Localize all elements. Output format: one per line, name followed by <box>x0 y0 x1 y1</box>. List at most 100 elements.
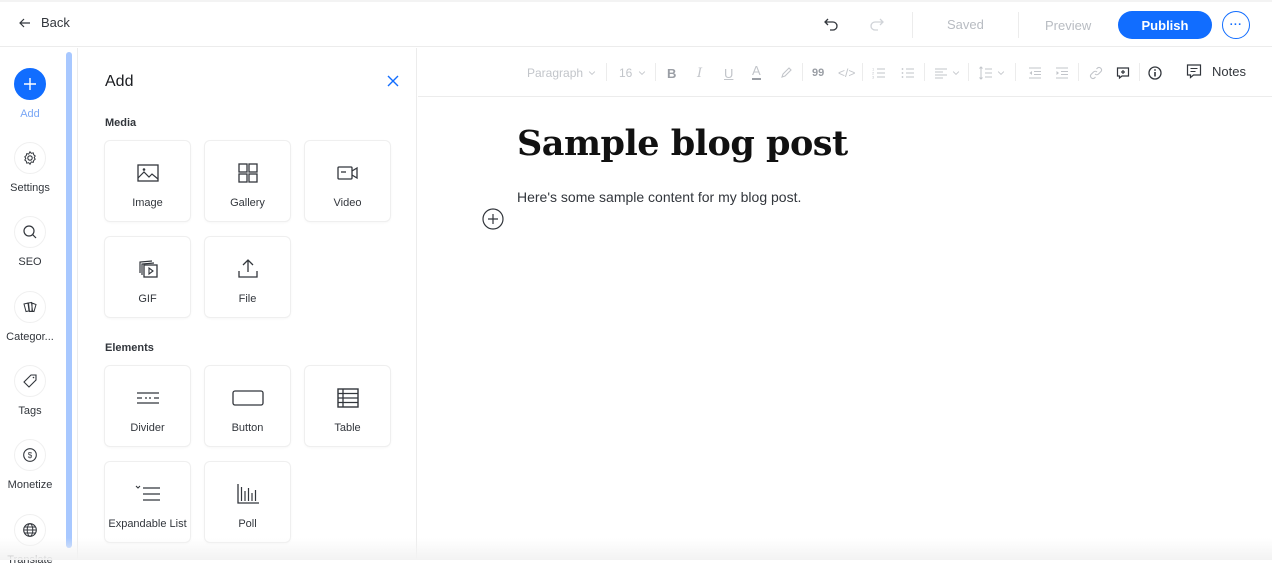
text-color-button[interactable]: A <box>752 64 761 80</box>
button-icon <box>232 386 264 410</box>
paragraph-style-dropdown[interactable]: Paragraph <box>527 64 597 82</box>
gallery-icon <box>236 161 260 185</box>
rail-item-settings[interactable]: Settings <box>0 142 60 194</box>
divider <box>1078 63 1079 81</box>
tile-label: Expandable List <box>108 518 186 530</box>
back-button[interactable]: Back <box>18 15 70 30</box>
quote-button[interactable]: 99 <box>812 64 824 82</box>
decrease-indent-button[interactable] <box>1028 64 1042 82</box>
rail-item-categories[interactable]: Categor... <box>0 291 60 343</box>
font-size-dropdown[interactable]: 16 <box>619 64 647 82</box>
rail-scrollbar[interactable] <box>66 52 72 548</box>
chevron-down-icon <box>951 66 961 80</box>
code-icon: </> <box>838 66 855 80</box>
publish-button[interactable]: Publish <box>1118 11 1212 39</box>
preview-button[interactable]: Preview <box>1045 18 1091 33</box>
rail-label: Translate <box>7 554 52 566</box>
tile-label: Video <box>334 197 362 209</box>
italic-icon: I <box>697 66 702 81</box>
upload-icon <box>236 257 260 281</box>
top-bar: Back Saved Preview Publish ··· <box>0 0 1272 47</box>
highlighter-icon <box>779 66 793 80</box>
poll-icon <box>236 482 260 506</box>
search-icon <box>22 224 38 240</box>
divider <box>606 63 607 81</box>
rail-item-translate[interactable]: Translate <box>0 514 60 566</box>
bulleted-list-button[interactable] <box>901 64 915 82</box>
format-toolbar: Paragraph 16 B I U A 99 </> 123 <box>418 48 1272 97</box>
code-button[interactable]: </> <box>838 64 855 82</box>
more-options-button[interactable]: ··· <box>1222 11 1250 39</box>
chevron-down-icon <box>587 66 597 80</box>
table-icon <box>336 386 360 410</box>
rail-label: Settings <box>10 182 50 194</box>
increase-indent-button[interactable] <box>1055 64 1069 82</box>
tile-divider[interactable]: Divider <box>104 365 191 447</box>
paragraph-style-value: Paragraph <box>527 66 583 80</box>
rail-label: Categor... <box>6 331 54 343</box>
underline-button[interactable]: U <box>724 64 733 82</box>
tile-table[interactable]: Table <box>304 365 391 447</box>
alignment-dropdown[interactable] <box>934 64 961 82</box>
tile-label: File <box>239 293 257 305</box>
rail-item-tags[interactable]: Tags <box>0 365 60 417</box>
editor-canvas[interactable]: Sample blog post Here's some sample cont… <box>418 98 1272 560</box>
globe-icon <box>22 522 38 538</box>
line-spacing-dropdown[interactable] <box>979 64 1006 82</box>
tile-label: GIF <box>138 293 156 305</box>
post-body-paragraph[interactable]: Here's some sample content for my blog p… <box>517 189 801 205</box>
section-label-media: Media <box>105 117 136 129</box>
dollar-icon: $ <box>22 447 38 463</box>
image-icon <box>136 161 160 185</box>
tile-label: Image <box>132 197 163 209</box>
italic-button[interactable]: I <box>697 64 702 82</box>
line-spacing-icon <box>979 66 993 80</box>
tile-video[interactable]: Video <box>304 140 391 222</box>
outdent-icon <box>1028 66 1042 80</box>
link-button[interactable] <box>1089 64 1103 82</box>
rail-item-seo[interactable]: SEO <box>0 216 60 268</box>
undo-icon[interactable] <box>822 14 842 34</box>
info-icon <box>1148 66 1162 80</box>
indent-icon <box>1055 66 1069 80</box>
bold-button[interactable]: B <box>667 64 676 82</box>
divider <box>924 63 925 81</box>
add-comment-button[interactable] <box>1116 64 1130 82</box>
svg-text:3: 3 <box>872 75 875 80</box>
tile-button[interactable]: Button <box>204 365 291 447</box>
highlight-button[interactable] <box>779 64 793 82</box>
tile-file[interactable]: File <box>204 236 291 318</box>
tile-image[interactable]: Image <box>104 140 191 222</box>
rail-label: SEO <box>18 256 41 268</box>
plus-icon <box>22 76 38 92</box>
redo-icon[interactable] <box>866 14 886 34</box>
notes-label: Notes <box>1212 64 1246 79</box>
rail-item-add[interactable]: Add <box>0 68 60 120</box>
text-color-icon: A <box>752 64 761 78</box>
tile-expandable-list[interactable]: Expandable List <box>104 461 191 543</box>
tile-label: Divider <box>130 422 164 434</box>
add-panel: Add Media Image Gallery Video GIF File E… <box>79 48 417 560</box>
tile-gallery[interactable]: Gallery <box>204 140 291 222</box>
info-button[interactable] <box>1148 64 1162 82</box>
tile-gif[interactable]: GIF <box>104 236 191 318</box>
svg-text:$: $ <box>28 451 33 460</box>
comment-add-icon <box>1116 66 1130 80</box>
notes-button[interactable]: Notes <box>1186 63 1246 79</box>
post-title[interactable]: Sample blog post <box>517 123 848 164</box>
tile-poll[interactable]: Poll <box>204 461 291 543</box>
font-size-value: 16 <box>619 66 632 80</box>
close-icon[interactable] <box>386 74 400 88</box>
quote-icon: 99 <box>812 67 824 79</box>
divider <box>802 63 803 81</box>
add-block-plus-icon[interactable] <box>482 208 504 230</box>
numbered-list-button[interactable]: 123 <box>872 64 886 82</box>
divider <box>912 12 913 38</box>
back-label: Back <box>41 15 70 30</box>
divider <box>1015 63 1016 81</box>
tag-icon <box>22 373 38 389</box>
rail-label: Add <box>20 108 40 120</box>
rail-item-monetize[interactable]: $ Monetize <box>0 439 60 491</box>
divider <box>968 63 969 81</box>
align-left-icon <box>934 66 948 80</box>
